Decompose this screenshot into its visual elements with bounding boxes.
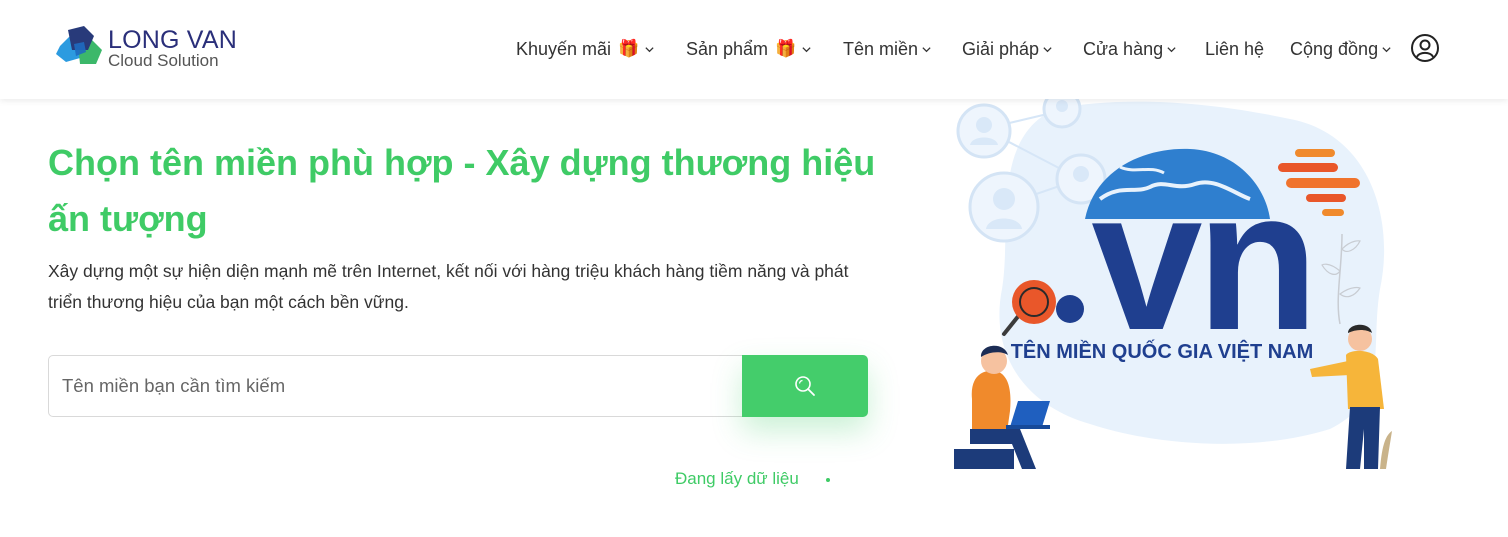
chevron-down-icon [1167,46,1176,52]
loading-status: Đang lấy dữ liệu [675,469,799,488]
search-icon [795,376,815,396]
nav-item-label: Tên miền [843,38,919,59]
nav-item-label: Cửa hàng [1083,38,1164,59]
hero-description: Xây dựng một sự hiện diện mạnh mẽ trên I… [48,261,849,312]
nav-item-label: Khuyến mãi [516,38,612,59]
main-nav: Khuyến mãi 🎁 Sản phẩm 🎁 Tên miền Giải ph… [0,34,1508,64]
nav-item-label: Liên hệ [1205,38,1265,59]
chevron-down-icon [922,46,931,52]
nav-item-san-pham[interactable]: Sản phẩm 🎁 [686,34,812,64]
vn-caption: TÊN MIỀN QUỐC GIA VIỆT NAM [1011,339,1314,363]
nav-item-label: Cộng đồng [1290,38,1379,59]
nav-item-label: Sản phẩm [686,38,769,59]
gift-icon: 🎁 [618,39,640,58]
loading-dot-icon [826,478,830,482]
nav-item-label: Giải pháp [962,38,1040,59]
nav-item-cong-dong[interactable]: Cộng đồng [1290,34,1392,64]
chevron-down-icon [645,46,654,52]
chevron-down-icon [1382,46,1391,52]
chevron-down-icon [802,46,811,52]
nav-item-ten-mien[interactable]: Tên miền [843,34,932,64]
nav-item-lien-he[interactable]: Liên hệ [1205,34,1264,64]
nav-item-giai-phap[interactable]: Giải pháp [962,34,1053,64]
search-button[interactable] [742,355,868,417]
hero-title: Chọn tên miền phù hợp - Xây dựng thương … [48,142,876,239]
domain-search-form [48,355,868,417]
nav-item-cua-hang[interactable]: Cửa hàng [1083,34,1177,64]
user-circle-icon[interactable] [1410,33,1440,63]
chevron-down-icon [1043,46,1052,52]
site-header: LONG VAN Cloud Solution Khuyến mãi 🎁 Sản… [0,0,1508,99]
vn-letters: vn [1091,149,1312,372]
vn-domain-illustration: vn TÊN MIỀN QUỐC GIA VIỆT NAM [954,99,1392,469]
nav-item-khuyen-mai[interactable]: Khuyến mãi 🎁 [516,34,655,64]
gift-icon: 🎁 [775,39,797,58]
domain-search-input[interactable] [49,356,741,416]
